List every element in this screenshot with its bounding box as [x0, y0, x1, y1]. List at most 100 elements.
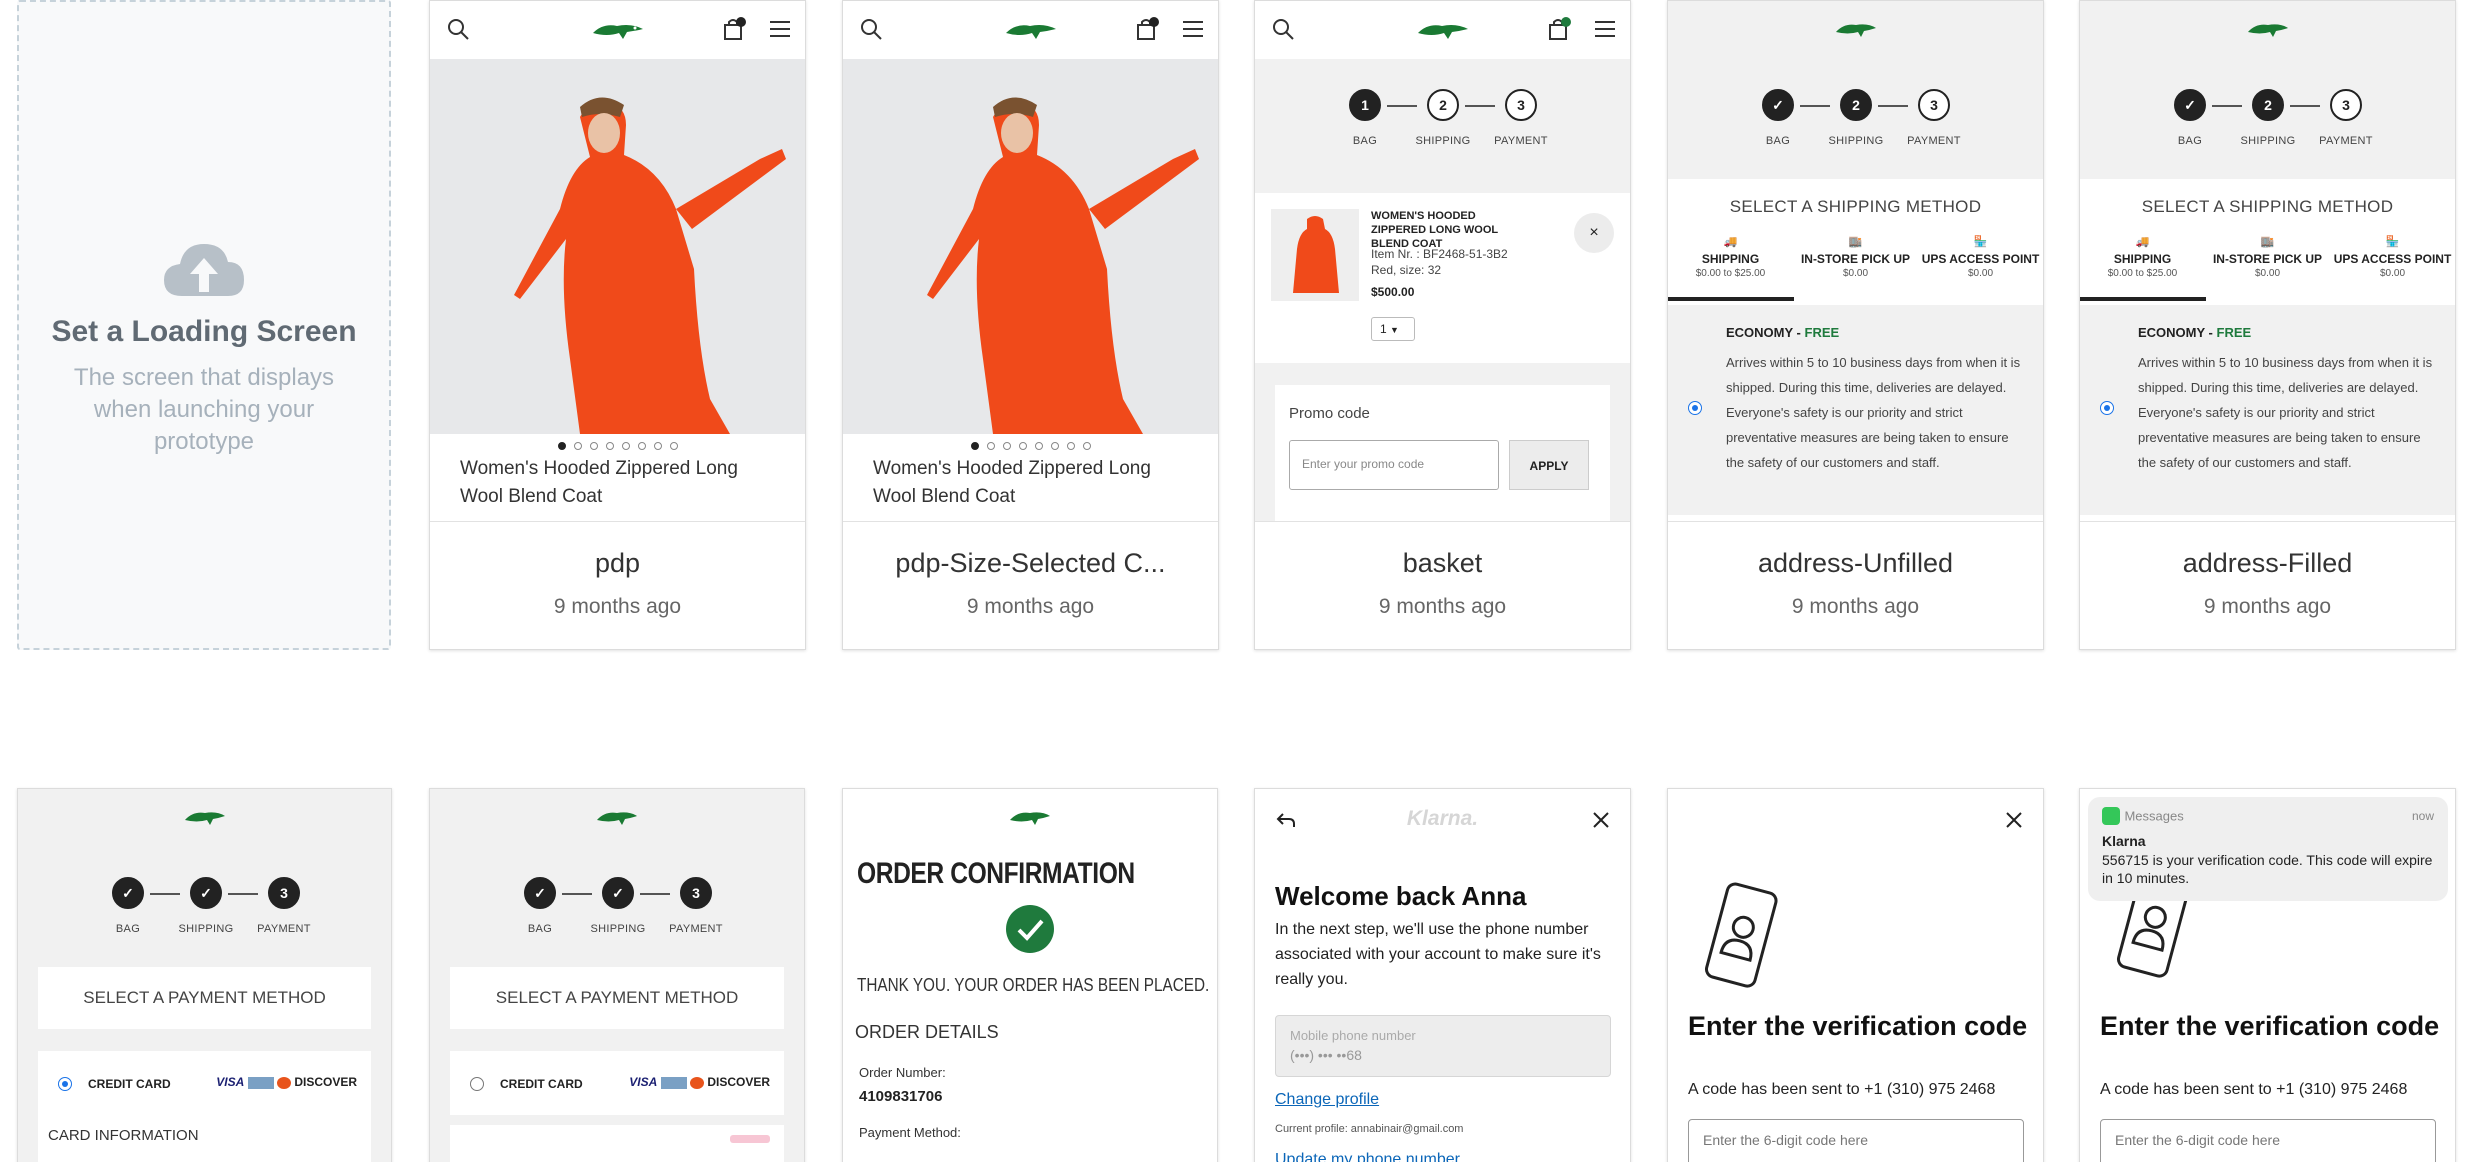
- search-icon: [861, 19, 882, 40]
- change-profile-link[interactable]: Change profile: [1275, 1091, 1379, 1109]
- radio-selected[interactable]: [2100, 401, 2114, 415]
- screen-caption: pdp 9 months ago: [430, 521, 805, 649]
- tab-in-store[interactable]: 🏬 IN-STORE PICK UP $0.00: [1793, 235, 1918, 301]
- step-label: BAG: [527, 923, 553, 935]
- tab-shipping[interactable]: 🚚 SHIPPING $0.00 to $25.00: [1668, 235, 1793, 301]
- shipping-tabs: 🚚 SHIPPING $0.00 to $25.00 🏬 IN-STORE PICK …: [1668, 235, 2043, 301]
- loading-title: Set a Loading Screen: [51, 315, 357, 348]
- step-label: BAG: [1352, 135, 1378, 147]
- screen-name: address-Unfilled: [1757, 548, 1954, 578]
- step-2-done: ✓: [190, 877, 222, 909]
- step-label: PAYMENT: [669, 923, 723, 935]
- screen-card-basket[interactable]: 1 2 3 BAG SHIPPING PAYMENT WOMEN'S HOODE…: [1254, 0, 1631, 650]
- screen-name: basket: [1402, 548, 1483, 578]
- shipping-description: Arrives within 5 to 10 business days fro…: [1726, 355, 2021, 470]
- order-number: 4109831706: [859, 1088, 943, 1105]
- item-title: WOMEN'S HOODED ZIPPERED LONG WOOL BLEND …: [1371, 210, 1498, 250]
- step-1: 1: [1349, 89, 1381, 121]
- lacoste-crocodile-logo: [1010, 812, 1050, 825]
- screen-card-order-confirmation[interactable]: ORDER CONFIRMATION THANK YOU. YOUR ORDER…: [842, 788, 1218, 1162]
- step-label: BAG: [2177, 135, 2203, 147]
- screen-thumbnail: ✓ 2 3 BAG SHIPPING PAYMENT SELECT A SHIP…: [1668, 1, 2043, 523]
- lacoste-crocodile-logo: [592, 25, 643, 39]
- tab-in-store[interactable]: 🏬 IN-STORE PICK UP $0.00: [2205, 235, 2330, 301]
- screen-caption: address-Unfilled 9 months ago: [1668, 521, 2043, 649]
- step-2: 2: [1840, 89, 1872, 121]
- tab-shipping[interactable]: 🚚 SHIPPING $0.00 to $25.00: [2080, 235, 2205, 301]
- credit-card-option[interactable]: CREDIT CARD VISA DISCOVER: [450, 1051, 784, 1115]
- screen-card-payment[interactable]: ✓ ✓ 3 BAG SHIPPING PAYMENT SELECT A PAYM…: [17, 788, 392, 1162]
- promo-input[interactable]: Enter your promo code: [1289, 440, 1499, 490]
- step-label: SHIPPING: [590, 923, 646, 935]
- confirmation-title: ORDER CONFIRMATION: [857, 857, 1135, 890]
- step-1-done: ✓: [1762, 89, 1794, 121]
- screen-time: 9 months ago: [2203, 595, 2332, 618]
- screen-card-klarna-welcome[interactable]: Klarna. Welcome back Anna In the next st…: [1254, 788, 1631, 1162]
- menu-icon: [1183, 21, 1203, 37]
- code-sent-text: A code has been sent to +1 (310) 975 246…: [2100, 1081, 2408, 1098]
- step-3: 3: [268, 877, 300, 909]
- screen-card-verification[interactable]: Enter the verification code A code has b…: [1667, 788, 2044, 1162]
- screen-thumbnail: ✓ ✓ 3 BAG SHIPPING PAYMENT SELECT A PAYM…: [18, 789, 391, 1162]
- screen-thumbnail: Women's Hooded Zippered Long Wool Blend …: [430, 1, 805, 523]
- remove-item-button[interactable]: ×: [1574, 213, 1614, 253]
- item-price: $500.00: [1371, 285, 1415, 299]
- item-attributes: Red, size: 32: [1371, 263, 1442, 277]
- loading-screen-placeholder[interactable]: Set a Loading Screen The screen that dis…: [17, 0, 391, 650]
- checkout-steps: ✓ 2 3 BAG SHIPPING PAYMENT: [1668, 59, 2043, 179]
- screen-name: pdp-Size-Selected C...: [895, 548, 1166, 578]
- screen-time: 9 months ago: [966, 595, 1095, 618]
- screen-card-pdp[interactable]: Women's Hooded Zippered Long Wool Blend …: [429, 0, 806, 650]
- step-label: PAYMENT: [1907, 135, 1961, 147]
- loading-subtitle: The screen that displays when launching …: [73, 364, 335, 455]
- screen-thumbnail: 1 2 3 BAG SHIPPING PAYMENT WOMEN'S HOODE…: [1255, 1, 1630, 523]
- welcome-heading: Welcome back Anna: [1275, 881, 1527, 911]
- phone-user-icon: [1704, 882, 1778, 988]
- screen-card-address-filled[interactable]: ✓ 2 3 BAG SHIPPING PAYMENT SELECT A SHIP…: [2079, 0, 2456, 650]
- sms-notification[interactable]: Messages now Klarna 556715 is your verif…: [2088, 797, 2448, 901]
- update-phone-link[interactable]: Update my phone number: [1275, 1151, 1460, 1162]
- checkout-steps: ✓ 2 3 BAG SHIPPING PAYMENT: [2080, 59, 2455, 179]
- shopping-bag-icon: [724, 17, 746, 40]
- messages-app-icon: [2102, 807, 2120, 825]
- carousel-dots[interactable]: [843, 437, 1218, 455]
- screen-thumbnail: Klarna. Welcome back Anna In the next st…: [1255, 789, 1630, 1162]
- checkmark-icon: [1006, 905, 1054, 953]
- credit-card-option[interactable]: CREDIT CARD VISA DISCOVER: [38, 1051, 371, 1115]
- lacoste-crocodile-logo: [1835, 24, 1876, 37]
- checkout-steps: ✓ ✓ 3 BAG SHIPPING PAYMENT: [430, 847, 804, 967]
- card-logos: VISA DISCOVER: [216, 1075, 357, 1089]
- apply-button[interactable]: APPLY: [1509, 440, 1589, 490]
- card-logos: VISA DISCOVER: [629, 1075, 770, 1089]
- carousel-dots[interactable]: [430, 437, 805, 455]
- verification-code-input[interactable]: Enter the 6-digit code here: [1688, 1119, 2024, 1162]
- tab-ups[interactable]: 🏪 UPS ACCESS POINT $0.00: [1918, 235, 2043, 301]
- screen-card-pdp-size-selected[interactable]: Women's Hooded Zippered Long Wool Blend …: [842, 0, 1219, 650]
- quantity-select[interactable]: 1 ▼: [1371, 317, 1415, 341]
- screen-card-verification-sms[interactable]: Messages now Klarna 556715 is your verif…: [2079, 788, 2456, 1162]
- screen-caption: address-Filled 9 months ago: [2080, 521, 2455, 649]
- promo-label: Promo code: [1289, 405, 1370, 422]
- economy-option[interactable]: ECONOMY - FREE Arrives within 5 to 10 bu…: [1668, 305, 2043, 515]
- verification-code-input[interactable]: Enter the 6-digit code here: [2100, 1119, 2436, 1162]
- screen-card-payment-2[interactable]: ✓ ✓ 3 BAG SHIPPING PAYMENT SELECT A PAYM…: [429, 788, 805, 1162]
- screen-thumbnail: ORDER CONFIRMATION THANK YOU. YOUR ORDER…: [843, 789, 1217, 1162]
- code-sent-text: A code has been sent to +1 (310) 975 246…: [1688, 1081, 1996, 1098]
- lacoste-crocodile-logo: [1005, 25, 1056, 39]
- basket-item: WOMEN'S HOODED ZIPPERED LONG WOOL BLEND …: [1255, 193, 1630, 363]
- screen-card-address-unfilled[interactable]: ✓ 2 3 BAG SHIPPING PAYMENT SELECT A SHIP…: [1667, 0, 2044, 650]
- screen-thumbnail: Women's Hooded Zippered Long Wool Blend …: [843, 1, 1218, 523]
- close-icon[interactable]: [2005, 811, 2023, 829]
- close-icon[interactable]: [1592, 811, 1610, 829]
- tab-ups[interactable]: 🏪 UPS ACCESS POINT $0.00: [2330, 235, 2455, 301]
- credit-card-label: CREDIT CARD: [88, 1077, 171, 1091]
- phone-field[interactable]: Mobile phone number (•••) ••• ••68: [1275, 1015, 1611, 1077]
- screen-name: address-Filled: [2182, 548, 2353, 578]
- search-icon: [1273, 19, 1294, 40]
- card-information-label: CARD INFORMATION: [38, 1115, 371, 1162]
- shipping-description: Arrives within 5 to 10 business days fro…: [2138, 355, 2433, 470]
- radio-selected[interactable]: [1688, 401, 1702, 415]
- screen-caption: pdp-Size-Selected C... 9 months ago: [843, 521, 1218, 649]
- step-label: SHIPPING: [1415, 135, 1471, 147]
- economy-option[interactable]: ECONOMY - FREE Arrives within 5 to 10 bu…: [2080, 305, 2455, 515]
